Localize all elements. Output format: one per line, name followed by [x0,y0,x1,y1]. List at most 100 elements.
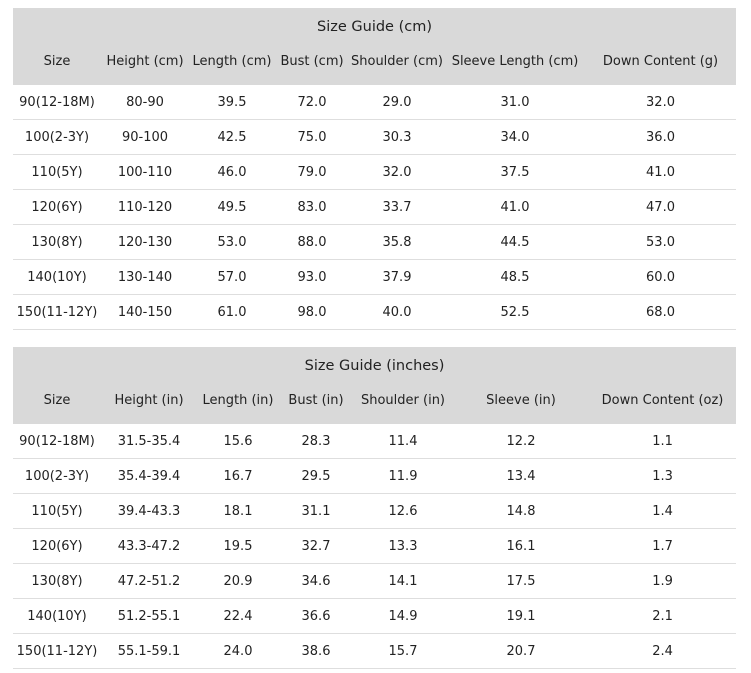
table-cell: 130-140 [101,259,189,295]
table-cell: 1.4 [589,493,737,529]
table-cell: 88.0 [275,224,349,260]
table-cell: 22.4 [197,598,279,634]
table-cell: 80-90 [101,85,189,120]
table-cell: 14.8 [453,493,589,529]
table-cell: 38.6 [279,633,353,669]
table-cell: 11.9 [353,458,453,494]
table-cell: 52.5 [445,294,585,330]
table-cell: 15.7 [353,633,453,669]
table-cell: 48.5 [445,259,585,295]
table-cell: 110(5Y) [13,493,101,529]
table-cell: 72.0 [275,85,349,120]
table-cell: 13.3 [353,528,453,564]
cm-header-row: Size Height (cm) Length (cm) Bust (cm) S… [13,37,737,85]
table-cell: 150(11-12Y) [13,294,101,330]
table-cell: 2.4 [589,633,737,669]
table-cell: 98.0 [275,294,349,330]
table-cell: 110(5Y) [13,154,101,190]
table-cell: 41.0 [445,189,585,225]
inch-header-shoulder: Shoulder (in) [353,376,453,424]
table-cell: 53.0 [585,224,737,260]
table-row: 150(11-12Y) 140-150 61.0 98.0 40.0 52.5 68.0 [13,294,737,330]
table-cell: 29.0 [349,85,445,120]
table-row: 120(6Y) 43.3-47.2 19.5 32.7 13.3 16.1 1.7 [13,528,737,564]
cm-header-length: Length (cm) [189,37,275,85]
table-row: 100(2-3Y) 90-100 42.5 75.0 30.3 34.0 36.0 [13,119,737,155]
table-cell: 90(12-18M) [13,424,101,459]
table-cell: 35.8 [349,224,445,260]
table-cell: 34.0 [445,119,585,155]
table-cell: 31.1 [279,493,353,529]
table-cell: 140-150 [101,294,189,330]
table-cell: 51.2-55.1 [101,598,197,634]
table-cell: 16.7 [197,458,279,494]
table-row: 110(5Y) 100-110 46.0 79.0 32.0 37.5 41.0 [13,154,737,190]
table-cell: 17.5 [453,563,589,599]
table-cell: 37.5 [445,154,585,190]
inch-header-size: Size [13,376,101,424]
table-cell: 100(2-3Y) [13,458,101,494]
inch-table-title: Size Guide (inches) [13,347,737,376]
table-cell: 120(6Y) [13,528,101,564]
table-cell: 90-100 [101,119,189,155]
table-cell: 60.0 [585,259,737,295]
table-cell: 32.7 [279,528,353,564]
table-cell: 19.1 [453,598,589,634]
table-cell: 1.1 [589,424,737,459]
table-cell: 90(12-18M) [13,85,101,120]
table-cell: 30.3 [349,119,445,155]
table-cell: 83.0 [275,189,349,225]
table-cell: 24.0 [197,633,279,669]
size-guide-cm-table: Size Guide (cm) Size Height (cm) Length … [13,8,737,330]
table-cell: 13.4 [453,458,589,494]
cm-title-row: Size Guide (cm) [13,8,737,37]
table-cell: 120(6Y) [13,189,101,225]
size-guide-page: Size Guide (cm) Size Height (cm) Length … [0,0,751,673]
table-cell: 20.9 [197,563,279,599]
table-cell: 140(10Y) [13,259,101,295]
inch-header-row: Size Height (in) Length (in) Bust (in) S… [13,376,737,424]
table-cell: 20.7 [453,633,589,669]
table-cell: 1.3 [589,458,737,494]
cm-header-sleeve-length: Sleeve Length (cm) [445,37,585,85]
cm-header-size: Size [13,37,101,85]
table-row: 140(10Y) 51.2-55.1 22.4 36.6 14.9 19.1 2.1 [13,598,737,634]
table-row: 130(8Y) 47.2-51.2 20.9 34.6 14.1 17.5 1.9 [13,563,737,599]
table-cell: 150(11-12Y) [13,633,101,669]
table-row: 130(8Y) 120-130 53.0 88.0 35.8 44.5 53.0 [13,224,737,260]
cm-header-down-content: Down Content (g) [585,37,737,85]
table-cell: 100-110 [101,154,189,190]
table-cell: 2.1 [589,598,737,634]
table-cell: 36.6 [279,598,353,634]
inch-header-sleeve: Sleeve (in) [453,376,589,424]
table-cell: 43.3-47.2 [101,528,197,564]
inch-title-row: Size Guide (inches) [13,347,737,376]
inch-header-length: Length (in) [197,376,279,424]
table-cell: 36.0 [585,119,737,155]
table-cell: 1.9 [589,563,737,599]
table-cell: 18.1 [197,493,279,529]
table-cell: 29.5 [279,458,353,494]
table-row: 110(5Y) 39.4-43.3 18.1 31.1 12.6 14.8 1.4 [13,493,737,529]
table-cell: 28.3 [279,424,353,459]
table-cell: 68.0 [585,294,737,330]
table-cell: 46.0 [189,154,275,190]
table-cell: 15.6 [197,424,279,459]
table-cell: 42.5 [189,119,275,155]
table-cell: 61.0 [189,294,275,330]
table-cell: 19.5 [197,528,279,564]
table-cell: 75.0 [275,119,349,155]
table-cell: 49.5 [189,189,275,225]
table-row: 120(6Y) 110-120 49.5 83.0 33.7 41.0 47.0 [13,189,737,225]
inch-table-body: 90(12-18M) 31.5-35.4 15.6 28.3 11.4 12.2 1.1 10… [13,424,737,669]
table-cell: 47.0 [585,189,737,225]
table-cell: 12.2 [453,424,589,459]
table-cell: 11.4 [353,424,453,459]
table-cell: 100(2-3Y) [13,119,101,155]
table-cell: 120-130 [101,224,189,260]
table-cell: 55.1-59.1 [101,633,197,669]
cm-table-body: 90(12-18M) 80-90 39.5 72.0 29.0 31.0 32.0 100(2… [13,85,737,330]
table-cell: 32.0 [349,154,445,190]
table-row: 140(10Y) 130-140 57.0 93.0 37.9 48.5 60.0 [13,259,737,295]
table-cell: 14.1 [353,563,453,599]
